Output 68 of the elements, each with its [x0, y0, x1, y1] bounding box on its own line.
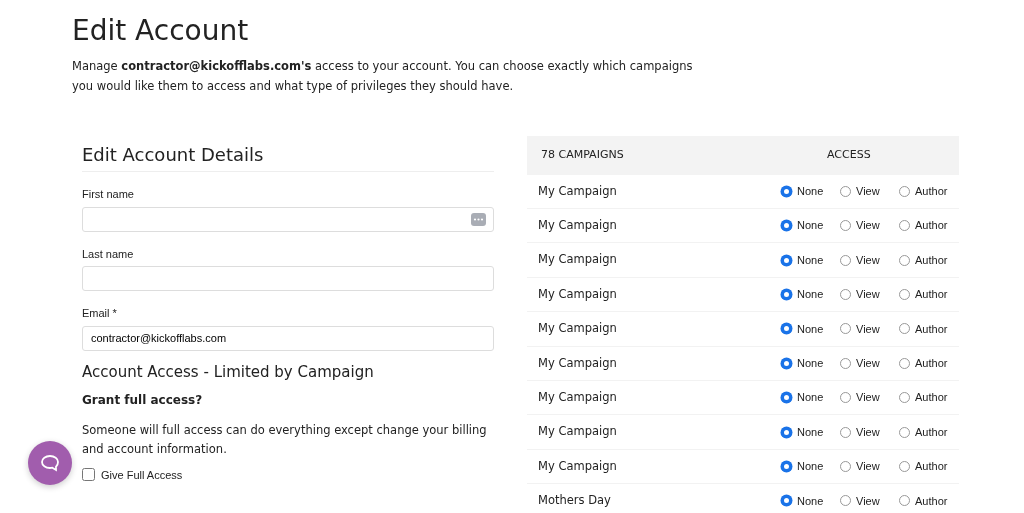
section-heading: Edit Account Details — [82, 143, 494, 173]
radio-button[interactable] — [781, 392, 792, 404]
radio-label: None — [797, 321, 824, 337]
radio-label: View — [856, 184, 880, 200]
radio-button[interactable] — [781, 460, 792, 472]
question-text: Grant full access? — [82, 391, 204, 409]
radio-label: Author — [915, 356, 948, 371]
radio-label: View — [856, 252, 880, 268]
radio-label: None — [797, 218, 824, 234]
radio-label: View — [856, 218, 880, 234]
intro-text: Manage contractor@kickofflabs.com's access to your account. You can choose exactly which campaigns you would like them to access and what type of privileges they should have. — [72, 57, 694, 95]
radio-label: View — [856, 321, 880, 337]
campaign-name: My Campaign — [537, 217, 618, 235]
radio-label: View — [856, 287, 880, 303]
radio-label: Author — [915, 459, 948, 475]
radio-label: View — [856, 493, 880, 509]
input-field[interactable]: contractor@kickofflabs.com — [82, 325, 494, 351]
radio-label: Author — [915, 252, 948, 268]
radio-button[interactable] — [781, 220, 792, 232]
radio-button[interactable] — [781, 426, 792, 438]
radio-label: None — [797, 424, 824, 440]
column-header: ACCESS — [826, 146, 872, 163]
radio-label: None — [797, 493, 824, 509]
radio-label: Author — [915, 321, 948, 337]
campaign-name: My Campaign — [537, 354, 618, 372]
campaign-name: My Campaign — [537, 285, 618, 303]
radio-label: None — [797, 390, 824, 406]
campaign-name: My Campaign — [537, 389, 618, 406]
radio-label: View — [856, 356, 880, 371]
section-heading: Account Access - Limited by Campaign — [82, 362, 375, 381]
radio-button[interactable] — [781, 288, 792, 300]
radio-label: None — [797, 252, 824, 268]
radio-label: None — [797, 356, 824, 371]
field-label: First name — [82, 187, 135, 203]
radio-label: View — [856, 424, 880, 440]
radio-label: Author — [915, 390, 948, 406]
campaign-name: My Campaign — [537, 423, 618, 441]
radio-button[interactable] — [781, 254, 792, 266]
radio-label: View — [856, 390, 880, 406]
field-label: Last name — [82, 246, 135, 262]
column-header: 78 CAMPAIGNS — [540, 146, 625, 163]
campaign-name: My Campaign — [537, 182, 618, 200]
checkbox-label: Give Full Access — [101, 467, 183, 483]
radio-button[interactable] — [781, 323, 792, 335]
radio-label: None — [797, 459, 824, 475]
radio-label: Author — [915, 493, 948, 509]
checkbox[interactable] — [82, 468, 95, 482]
radio-label: None — [797, 287, 824, 303]
radio-label: None — [797, 184, 824, 200]
radio-label: Author — [915, 287, 948, 303]
radio-label: Author — [915, 218, 948, 234]
campaign-name: My Campaign — [537, 320, 618, 338]
description-text: Someone will full access can do everything except change your billing and account information. — [82, 421, 488, 458]
radio-label: Author — [915, 184, 948, 200]
page-title: Edit Account — [72, 14, 250, 48]
radio-button[interactable] — [781, 495, 792, 507]
input-field[interactable] — [82, 206, 494, 232]
radio-label: Author — [915, 424, 948, 440]
campaign-name: Mothers Day — [537, 492, 612, 510]
campaign-name: My Campaign — [537, 251, 618, 269]
radio-button[interactable] — [781, 185, 792, 197]
campaign-name: My Campaign — [537, 457, 618, 475]
input-field[interactable] — [82, 266, 494, 292]
radio-label: View — [856, 459, 880, 475]
chat-button[interactable] — [28, 441, 72, 485]
field-label: Email * — [82, 306, 118, 322]
radio-button[interactable] — [781, 357, 792, 369]
chat-bubble-icon — [40, 454, 60, 472]
